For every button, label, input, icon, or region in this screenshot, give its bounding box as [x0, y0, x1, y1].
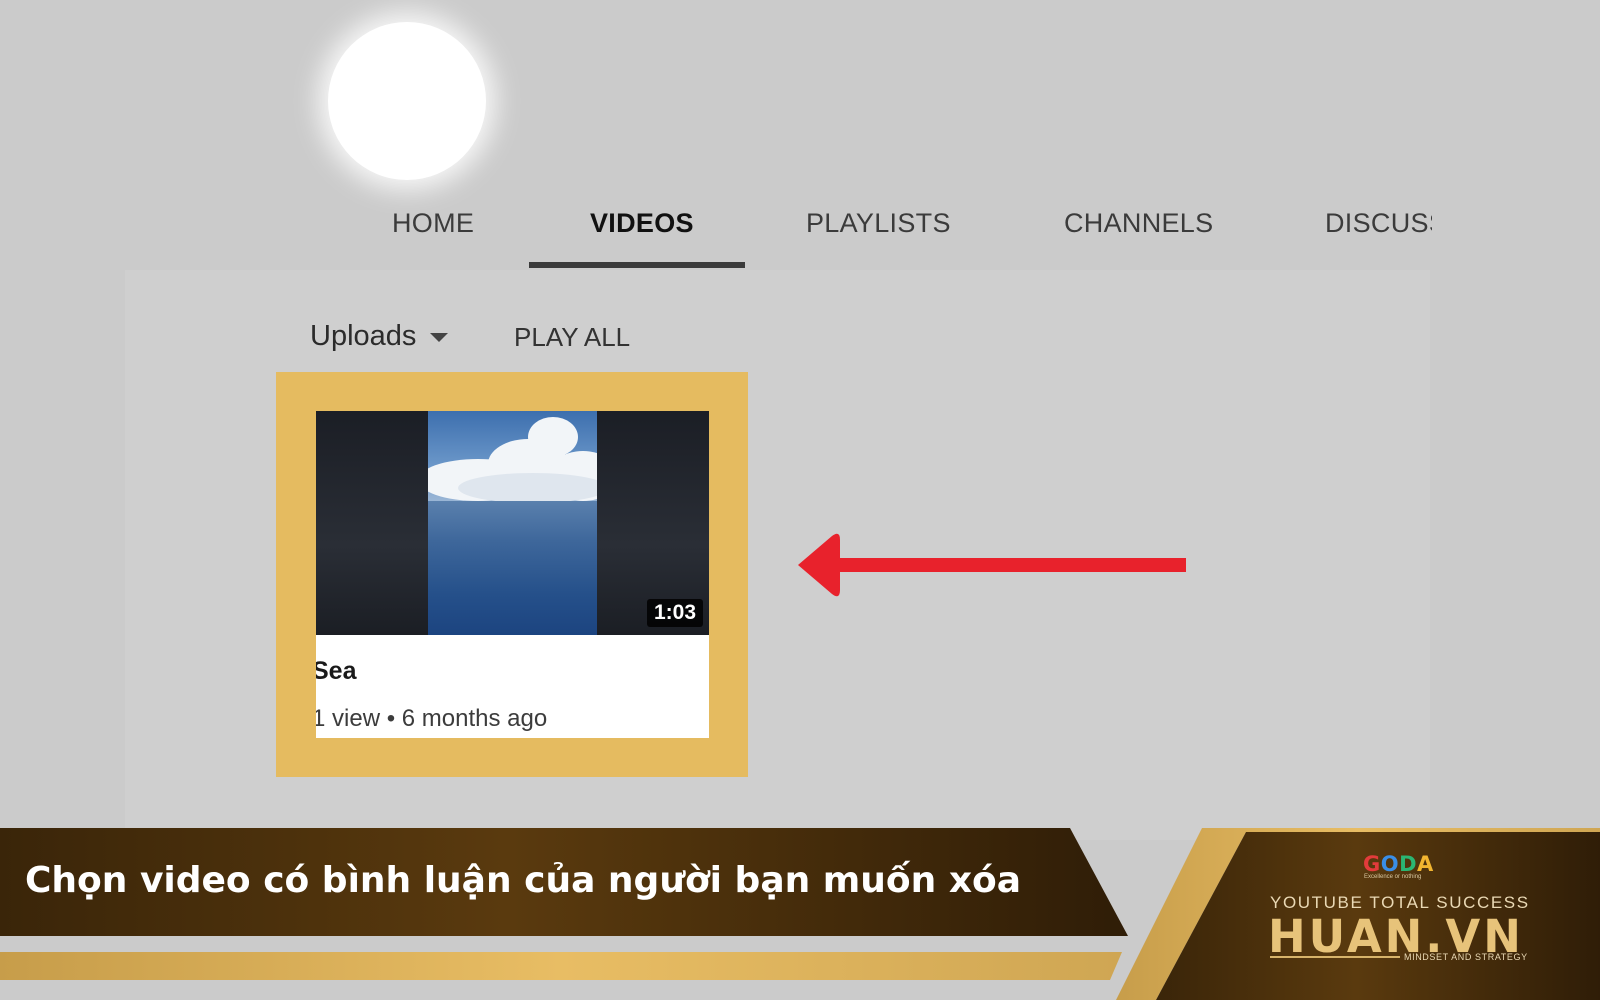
video-title[interactable]: Sea	[316, 657, 356, 686]
uploads-dropdown[interactable]: Uploads	[310, 320, 449, 353]
goda-logo: GODA	[1363, 852, 1434, 876]
active-tab-indicator	[529, 262, 745, 268]
tab-videos[interactable]: VIDEOS	[590, 208, 694, 239]
thumbnail-pillarbox-left	[316, 411, 428, 635]
logo-divider	[1270, 956, 1400, 958]
video-card[interactable]: 1:03 Sea 1 view • 6 months ago	[316, 411, 709, 738]
goda-letter: D	[1399, 852, 1418, 876]
tab-home[interactable]: HOME	[392, 208, 474, 239]
video-meta: 1 view • 6 months ago	[316, 705, 548, 732]
goda-tagline: Excellence or nothing	[1364, 874, 1422, 880]
uploads-label: Uploads	[310, 320, 417, 352]
logo-mindset: MINDSET AND STRATEGY	[1404, 952, 1528, 962]
duration-badge: 1:03	[646, 599, 703, 627]
left-arrow-annotation-icon	[798, 533, 1186, 597]
banner-caption: Chọn video có bình luận của người bạn mu…	[25, 860, 1022, 901]
thumbnail-sea-image	[428, 411, 597, 635]
dropdown-caret-icon	[430, 332, 449, 342]
channel-tabs: HOME VIDEOS PLAYLISTS CHANNELS DISCUSS	[0, 190, 1432, 270]
goda-letter: G	[1363, 852, 1381, 876]
tab-channels[interactable]: CHANNELS	[1064, 208, 1213, 239]
tab-discussion[interactable]: DISCUSS	[1325, 208, 1432, 239]
goda-letter: A	[1417, 852, 1434, 876]
video-thumbnail[interactable]: 1:03	[316, 411, 709, 635]
play-all-button[interactable]: PLAY ALL	[514, 322, 630, 353]
tab-playlists[interactable]: PLAYLISTS	[806, 208, 951, 239]
goda-letter: O	[1380, 852, 1400, 876]
channel-avatar[interactable]	[328, 22, 486, 180]
